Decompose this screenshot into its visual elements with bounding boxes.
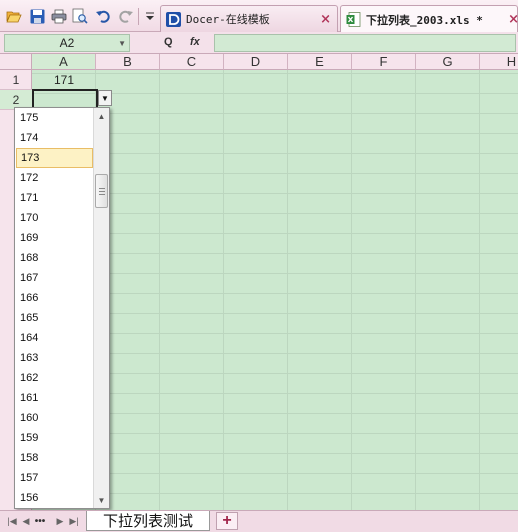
- toolbar-divider: [138, 8, 139, 25]
- formula-input[interactable]: [214, 34, 516, 52]
- title-toolbar: Docer-在线模板 × 下拉列表_2003.xls * ×: [0, 0, 518, 33]
- print-icon[interactable]: [50, 7, 68, 25]
- tab-label: Docer-在线模板: [186, 13, 270, 26]
- cell-a1[interactable]: 171: [32, 70, 96, 90]
- tab-label: 下拉列表_2003.xls *: [366, 13, 483, 27]
- scroll-down-icon[interactable]: ▼: [94, 492, 109, 508]
- list-item[interactable]: 161: [16, 388, 93, 408]
- print-preview-icon[interactable]: [71, 7, 89, 25]
- list-item[interactable]: 174: [16, 128, 93, 148]
- tab-docer-templates[interactable]: Docer-在线模板 ×: [160, 5, 338, 32]
- dropdown-scrollbar[interactable]: ▲ ▼: [93, 108, 109, 508]
- redo-icon[interactable]: [116, 7, 134, 25]
- column-header-d[interactable]: D: [224, 54, 288, 70]
- list-item[interactable]: 162: [16, 368, 93, 388]
- list-item[interactable]: 167: [16, 268, 93, 288]
- customize-dropdown-icon[interactable]: [141, 7, 159, 25]
- formula-bar: A2 ▼ Q fx: [0, 32, 518, 54]
- next-sheet-icon[interactable]: ▶: [54, 514, 66, 529]
- list-item[interactable]: 166: [16, 288, 93, 308]
- list-item[interactable]: 165: [16, 308, 93, 328]
- column-header-g[interactable]: G: [416, 54, 480, 70]
- more-sheets-icon[interactable]: •••: [34, 514, 46, 529]
- spreadsheet-file-icon: [346, 12, 361, 27]
- tab-dropdown-list-xls[interactable]: 下拉列表_2003.xls * ×: [340, 5, 518, 33]
- name-box-value: A2: [59, 36, 75, 50]
- list-item[interactable]: 172: [16, 168, 93, 188]
- list-item[interactable]: 168: [16, 248, 93, 268]
- list-item[interactable]: 156: [16, 488, 93, 508]
- column-header-c[interactable]: C: [160, 54, 224, 70]
- tab-close-button[interactable]: ×: [508, 12, 518, 27]
- select-all-corner[interactable]: [0, 54, 32, 70]
- column-header-a[interactable]: A: [32, 54, 96, 70]
- list-item[interactable]: 175: [16, 108, 93, 128]
- scrollbar-thumb[interactable]: [95, 174, 108, 208]
- list-item[interactable]: 159: [16, 428, 93, 448]
- insert-function-button[interactable]: fx: [190, 36, 200, 48]
- list-item[interactable]: 170: [16, 208, 93, 228]
- row-header-1[interactable]: 1: [0, 70, 32, 90]
- list-item[interactable]: 158: [16, 448, 93, 468]
- list-item[interactable]: 169: [16, 228, 93, 248]
- undo-icon[interactable]: [94, 7, 112, 25]
- prev-sheet-icon[interactable]: ◀: [20, 514, 32, 529]
- chevron-down-icon[interactable]: ▼: [118, 39, 126, 48]
- name-box[interactable]: A2 ▼: [4, 34, 130, 52]
- list-item[interactable]: 157: [16, 468, 93, 488]
- column-header-f[interactable]: F: [352, 54, 416, 70]
- zoom-icon[interactable]: Q: [164, 36, 173, 48]
- validation-dropdown-list[interactable]: 175 174 173 172 171 170 169 168 167 166 …: [14, 107, 110, 509]
- column-header-e[interactable]: E: [288, 54, 352, 70]
- docer-icon: [166, 11, 181, 27]
- first-sheet-icon[interactable]: |◀: [6, 514, 18, 529]
- cell-dropdown-button[interactable]: ▼: [98, 90, 112, 106]
- list-item[interactable]: 164: [16, 328, 93, 348]
- last-sheet-icon[interactable]: ▶|: [68, 514, 80, 529]
- list-item[interactable]: 163: [16, 348, 93, 368]
- save-icon[interactable]: [28, 7, 46, 25]
- tab-close-button[interactable]: ×: [320, 12, 331, 27]
- column-header-b[interactable]: B: [96, 54, 160, 70]
- list-item-highlighted[interactable]: 173: [16, 148, 93, 168]
- open-icon[interactable]: [5, 7, 23, 25]
- add-sheet-button[interactable]: +: [216, 512, 238, 530]
- active-cell-a2[interactable]: [32, 89, 98, 109]
- list-item[interactable]: 171: [16, 188, 93, 208]
- scroll-up-icon[interactable]: ▲: [94, 108, 109, 124]
- sheet-tab-bar: |◀ ◀ ••• ▶ ▶| 下拉列表测试 +: [0, 510, 518, 532]
- sheet-tab-active[interactable]: 下拉列表测试: [86, 511, 210, 531]
- column-header-h[interactable]: H: [480, 54, 518, 70]
- list-item[interactable]: 160: [16, 408, 93, 428]
